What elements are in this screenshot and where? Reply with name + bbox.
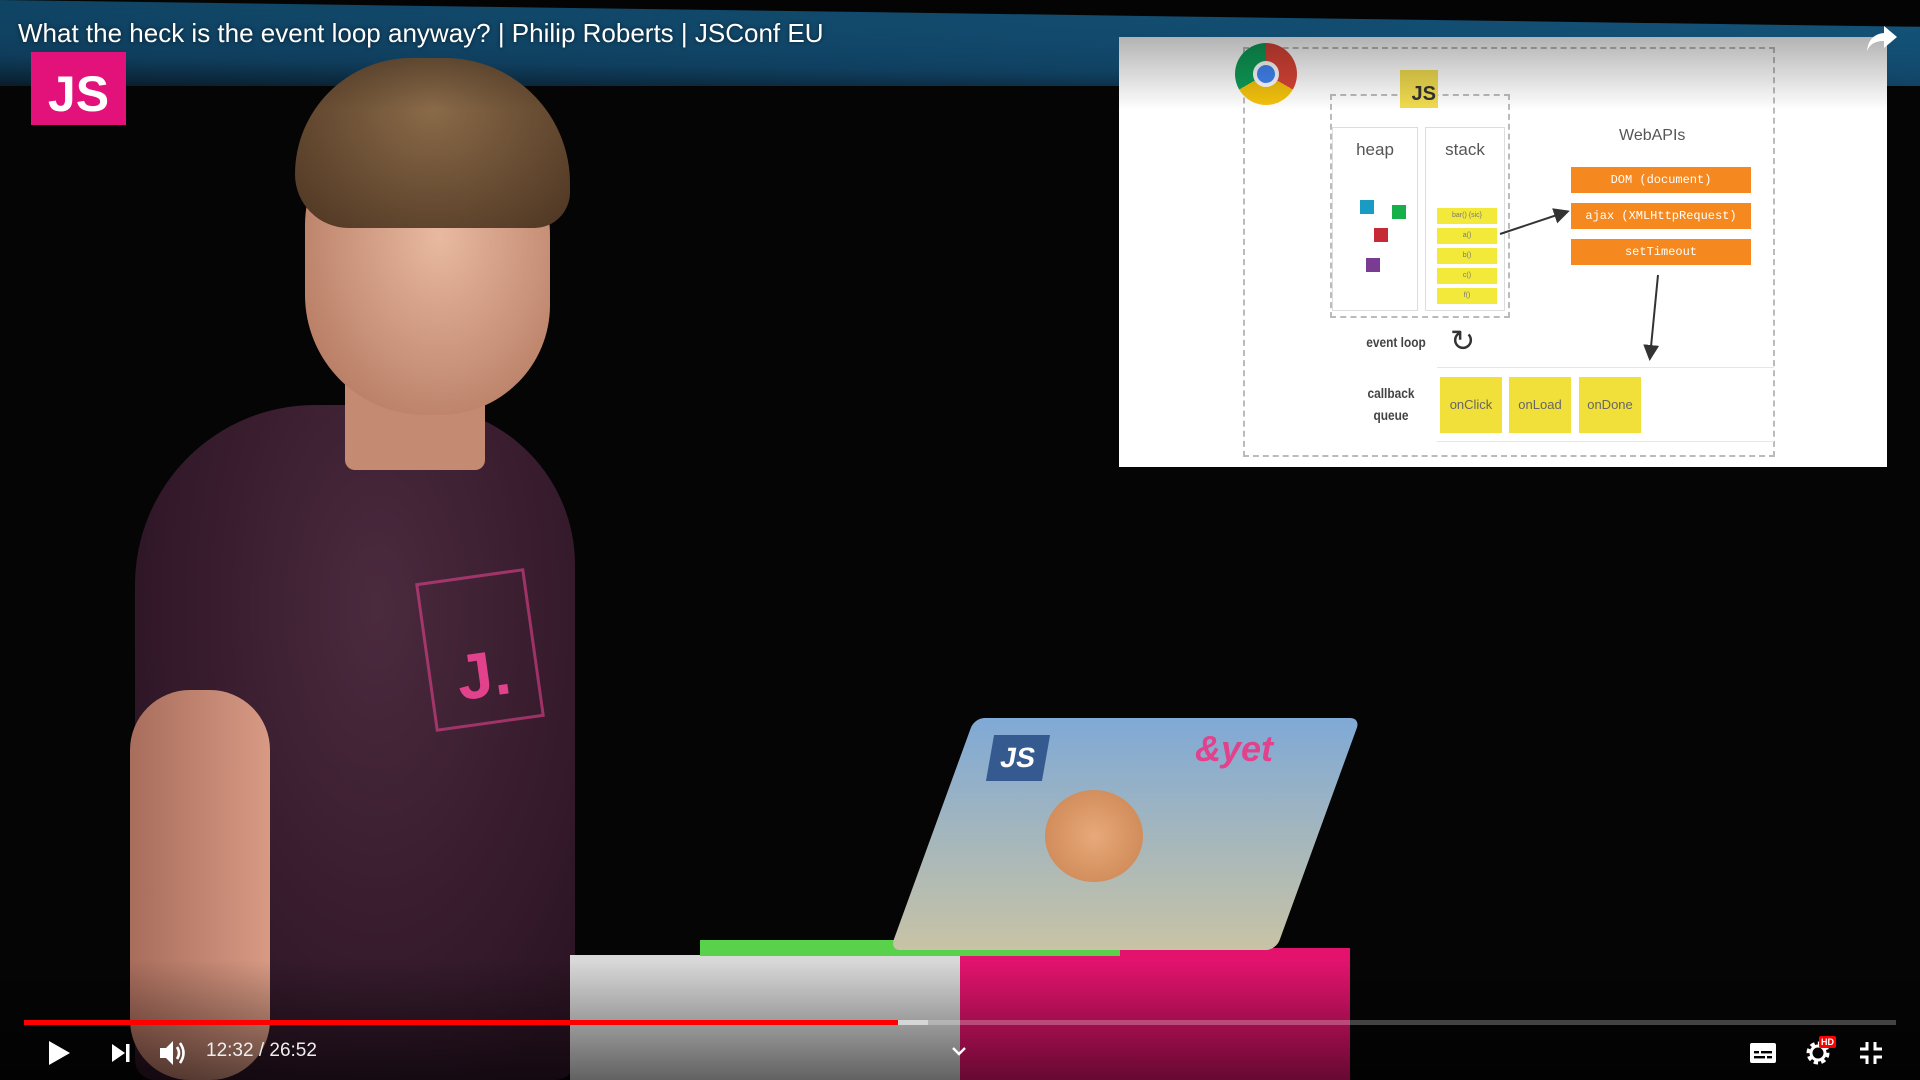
webapi-to-queue-arrow [1643,274,1660,361]
callback-onclick: onClick [1440,377,1502,433]
video-frame[interactable]: J. JS &yet JS heap stack bar() {sic} a()… [0,0,1920,1080]
queue-divider [1437,367,1774,368]
laptop-sticker-js: JS [985,735,1051,781]
progress-bar[interactable] [24,1020,1896,1025]
next-button[interactable] [100,1032,142,1074]
next-icon [112,1044,130,1062]
queue-divider [1437,441,1774,442]
video-title[interactable]: What the heck is the event loop anyway? … [18,18,823,49]
callback-queue-label: callback queue [1360,382,1421,426]
chevron-down-icon [952,1047,966,1056]
share-button[interactable] [1862,18,1902,58]
stack-to-webapi-arrow [1499,208,1570,235]
time-display: 12:32 / 26:52 [206,1040,317,1062]
channel-logo[interactable]: JS [31,52,126,125]
fullscreen-exit-icon [1860,1042,1882,1064]
play-button[interactable] [38,1032,80,1074]
loop-icon: ↻ [1450,325,1476,358]
play-icon [49,1041,70,1065]
top-gradient [0,0,1920,110]
volume-button[interactable] [152,1032,196,1074]
event-loop-label: event loop [1366,334,1426,350]
laptop-sticker-yet: &yet [1195,728,1274,769]
chevron-down-button[interactable] [944,1036,974,1066]
share-icon [1867,26,1897,51]
fullscreen-exit-button[interactable] [1850,1032,1892,1074]
time-separator: / [253,1040,270,1061]
callback-onload: onLoad [1509,377,1571,433]
volume-icon [160,1041,185,1065]
progress-played [24,1020,899,1025]
duration: 26:52 [269,1040,317,1061]
current-time: 12:32 [206,1040,254,1061]
callback-ondone: onDone [1579,377,1641,433]
captions-button[interactable] [1742,1032,1784,1074]
laptop-sticker-cookie [1045,790,1143,882]
captions-icon [1750,1043,1776,1063]
shirt-logo: J. [415,568,545,732]
callback-queue-label-line2: queue [1373,407,1409,423]
hd-badge: HD [1819,1036,1836,1048]
settings-button[interactable]: HD [1795,1032,1841,1074]
callback-queue-label-line1: callback [1367,385,1415,401]
